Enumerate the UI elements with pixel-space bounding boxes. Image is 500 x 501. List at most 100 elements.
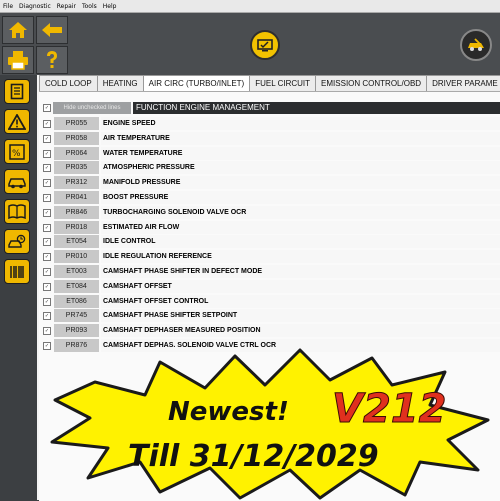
tab-0[interactable]: COLD LOOP bbox=[39, 75, 98, 91]
row-checkbox[interactable]: ✓ bbox=[43, 268, 51, 276]
parameter-code: PR876 bbox=[54, 339, 99, 352]
table-row[interactable]: ✓ PR876 CAMSHAFT DEPHAS. SOLENOID VALVE CT… bbox=[39, 339, 500, 352]
table-row[interactable]: ✓ PR093 CAMSHAFT DEPHASER MEASURED POSITIO… bbox=[39, 324, 500, 338]
parameter-description: ENGINE SPEED bbox=[101, 117, 500, 130]
sidebar-documents-button[interactable] bbox=[4, 79, 30, 104]
parameter-description: CAMSHAFT OFFSET CONTROL bbox=[101, 294, 500, 308]
row-checkbox[interactable]: ✓ bbox=[43, 164, 51, 173]
parameter-code: PR093 bbox=[54, 324, 99, 338]
menu-diagnostic[interactable]: Diagnostic bbox=[16, 3, 54, 10]
parameter-list-panel: ✓ Hide unchecked lines FUNCTION ENGINE M… bbox=[39, 91, 500, 501]
home-button[interactable] bbox=[2, 16, 34, 44]
help-button[interactable] bbox=[36, 46, 68, 74]
hide-unchecked-label[interactable]: Hide unchecked lines bbox=[53, 102, 131, 114]
parameter-code: PR058 bbox=[54, 131, 99, 145]
row-checkbox[interactable]: ✓ bbox=[43, 179, 51, 188]
warning-icon bbox=[8, 113, 26, 130]
parameter-code: PR312 bbox=[54, 176, 99, 190]
parameter-description: ESTIMATED AIR FLOW bbox=[101, 220, 500, 234]
toolbar bbox=[0, 13, 500, 75]
menu-bar: File Diagnostic Repair Tools Help bbox=[0, 0, 500, 13]
table-row[interactable]: ✓ ET086 CAMSHAFT OFFSET CONTROL bbox=[39, 294, 500, 308]
parameter-description: BOOST PRESSURE bbox=[101, 191, 500, 204]
table-row[interactable]: ✓ PR041 BOOST PRESSURE bbox=[39, 191, 500, 204]
row-checkbox[interactable]: ✓ bbox=[43, 312, 51, 321]
main-panel: COLD LOOP HEATING AIR CIRC (TURBO/INLET) FU… bbox=[37, 75, 500, 501]
diagnostic-screen-icon bbox=[257, 38, 273, 51]
row-checkbox[interactable]: ✓ bbox=[43, 297, 51, 306]
parameter-code: PR064 bbox=[54, 146, 99, 160]
parameter-code: ET054 bbox=[54, 235, 99, 249]
row-checkbox[interactable]: ✓ bbox=[43, 149, 51, 158]
tab-2[interactable]: AIR CIRC (TURBO/INLET) bbox=[142, 75, 251, 91]
parameter-description: CAMSHAFT OFFSET bbox=[101, 279, 500, 293]
parameter-description: WATER TEMPERATURE bbox=[101, 146, 500, 160]
sidebar-vehicle-button[interactable] bbox=[4, 169, 30, 194]
car-icon bbox=[8, 177, 26, 188]
table-row[interactable]: ✓ PR010 IDLE REGULATION REFERENCE bbox=[39, 250, 500, 264]
sidebar-percent-button[interactable]: % bbox=[4, 139, 30, 164]
row-checkbox[interactable]: ✓ bbox=[43, 208, 51, 217]
barcode-icon bbox=[10, 265, 24, 278]
table-row[interactable]: ✓ PR055 ENGINE SPEED bbox=[39, 117, 500, 130]
table-row[interactable]: ✓ PR312 MANIFOLD PRESSURE bbox=[39, 176, 500, 190]
parameter-code: PR035 bbox=[54, 161, 99, 175]
parameter-code: PR018 bbox=[54, 220, 99, 234]
parameter-description: AIR TEMPERATURE bbox=[101, 131, 500, 145]
tab-5[interactable]: DRIVER PARAME bbox=[426, 75, 500, 91]
parameter-code: PR745 bbox=[54, 309, 99, 323]
parameter-description: CAMSHAFT PHASE SHIFTER SETPOINT bbox=[101, 309, 500, 323]
document-icon bbox=[10, 83, 24, 100]
car-sync-icon bbox=[8, 234, 26, 248]
row-checkbox[interactable]: ✓ bbox=[43, 194, 51, 202]
tab-bar: COLD LOOP HEATING AIR CIRC (TURBO/INLET) FU… bbox=[39, 75, 500, 91]
parameter-code: PR041 bbox=[54, 191, 99, 204]
percent-icon: % bbox=[9, 143, 25, 160]
table-row[interactable]: ✓ PR018 ESTIMATED AIR FLOW bbox=[39, 220, 500, 234]
row-checkbox[interactable]: ✓ bbox=[43, 120, 51, 128]
menu-repair[interactable]: Repair bbox=[54, 3, 79, 10]
tab-1[interactable]: HEATING bbox=[96, 75, 144, 91]
sidebar: % bbox=[0, 75, 37, 500]
table-row[interactable]: ✓ PR745 CAMSHAFT PHASE SHIFTER SETPOINT bbox=[39, 309, 500, 323]
sidebar-vehicle-sync-button[interactable] bbox=[4, 229, 30, 254]
parameter-description: TURBOCHARGING SOLENOID VALVE OCR bbox=[101, 205, 500, 219]
row-checkbox[interactable]: ✓ bbox=[43, 342, 51, 350]
menu-tools[interactable]: Tools bbox=[79, 3, 100, 10]
parameter-description: MANIFOLD PRESSURE bbox=[101, 176, 500, 190]
parameter-description: CAMSHAFT PHASE SHIFTER IN DEFECT MODE bbox=[101, 265, 500, 278]
row-checkbox[interactable]: ✓ bbox=[43, 223, 51, 232]
table-row[interactable]: ✓ ET003 CAMSHAFT PHASE SHIFTER IN DEFECT M… bbox=[39, 265, 500, 278]
row-checkbox[interactable]: ✓ bbox=[43, 327, 51, 336]
table-row[interactable]: ✓ PR058 AIR TEMPERATURE bbox=[39, 131, 500, 145]
diagnostic-screen-button[interactable] bbox=[250, 30, 280, 60]
sidebar-barcode-button[interactable] bbox=[4, 259, 30, 284]
tab-4[interactable]: EMISSION CONTROL/OBD bbox=[315, 75, 428, 91]
menu-help[interactable]: Help bbox=[100, 3, 120, 10]
sidebar-manual-button[interactable] bbox=[4, 199, 30, 224]
table-row[interactable]: ✓ PR035 ATMOSPHERIC PRESSURE bbox=[39, 161, 500, 175]
vehicle-tool-button[interactable] bbox=[460, 29, 492, 61]
print-button[interactable] bbox=[2, 46, 34, 74]
back-arrow-icon bbox=[42, 23, 62, 37]
table-row[interactable]: ✓ PR846 TURBOCHARGING SOLENOID VALVE OCR bbox=[39, 205, 500, 219]
row-checkbox[interactable]: ✓ bbox=[43, 238, 51, 247]
parameter-description: ATMOSPHERIC PRESSURE bbox=[101, 161, 500, 175]
back-button[interactable] bbox=[36, 16, 68, 44]
tab-3[interactable]: FUEL CIRCUIT bbox=[249, 75, 317, 91]
table-row[interactable]: ✓ ET084 CAMSHAFT OFFSET bbox=[39, 279, 500, 293]
sidebar-warning-button[interactable] bbox=[4, 109, 30, 134]
parameter-code: ET084 bbox=[54, 279, 99, 293]
printer-icon bbox=[8, 51, 28, 70]
row-checkbox[interactable]: ✓ bbox=[43, 282, 51, 291]
menu-file[interactable]: File bbox=[0, 3, 16, 10]
home-icon bbox=[9, 22, 27, 38]
list-header: ✓ Hide unchecked lines FUNCTION ENGINE M… bbox=[39, 102, 500, 114]
hide-unchecked-checkbox[interactable]: ✓ bbox=[43, 104, 51, 112]
parameter-code: ET086 bbox=[54, 294, 99, 308]
help-icon bbox=[47, 51, 57, 68]
row-checkbox[interactable]: ✓ bbox=[43, 253, 51, 262]
table-row[interactable]: ✓ PR064 WATER TEMPERATURE bbox=[39, 146, 500, 160]
table-row[interactable]: ✓ ET054 IDLE CONTROL bbox=[39, 235, 500, 249]
row-checkbox[interactable]: ✓ bbox=[43, 134, 51, 143]
